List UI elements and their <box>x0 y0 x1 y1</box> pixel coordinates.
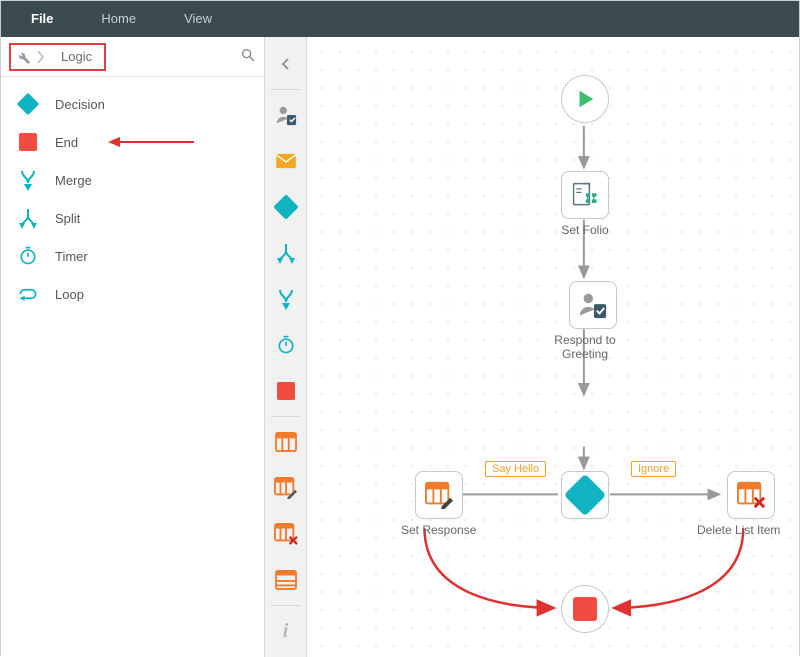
tool-label: Timer <box>55 249 88 264</box>
split-icon <box>276 242 296 264</box>
node-set-response[interactable]: Set Response <box>401 471 476 537</box>
branch-label-say-hello[interactable]: Say Hello <box>485 461 546 477</box>
strip-data-delete-icon[interactable] <box>265 511 307 557</box>
node-label: Set Folio <box>561 223 609 237</box>
info-icon: i <box>283 620 289 643</box>
strip-merge-icon[interactable] <box>265 276 307 322</box>
node-decision[interactable] <box>561 471 609 519</box>
toolbox-sidebar: Logic Decision End <box>1 37 265 657</box>
wrench-icon <box>15 49 31 65</box>
strip-data-edit-icon[interactable] <box>265 465 307 511</box>
node-label: Delete List Item <box>697 523 780 537</box>
diamond-icon <box>564 474 606 516</box>
node-delete-list-item[interactable]: Delete List Item <box>721 471 780 537</box>
strip-end-icon[interactable] <box>265 368 307 414</box>
menu-home[interactable]: Home <box>79 1 158 37</box>
chevron-left-icon <box>280 57 292 71</box>
mail-icon <box>275 153 297 169</box>
data-table-icon <box>275 432 297 452</box>
tool-loop[interactable]: Loop <box>1 275 264 313</box>
menu-view[interactable]: View <box>162 1 234 37</box>
tool-label: End <box>55 135 78 150</box>
icon-strip: i <box>265 37 307 657</box>
tool-label: Loop <box>55 287 84 302</box>
node-respond-to-greeting[interactable]: Respond to Greeting <box>561 281 625 361</box>
node-label: Set Response <box>401 523 476 537</box>
workflow-canvas[interactable]: Set Folio Respond to Greeting Say Hello … <box>307 37 799 657</box>
diamond-icon <box>273 194 298 219</box>
merge-icon <box>276 288 296 310</box>
timer-icon <box>17 245 39 267</box>
breadcrumb-search-row: Logic <box>1 37 264 77</box>
user-task-icon <box>578 290 608 320</box>
strip-mail-icon[interactable] <box>265 138 307 184</box>
tool-list: Decision End Merge <box>1 77 264 321</box>
strip-info-icon[interactable]: i <box>265 608 307 654</box>
breadcrumb-label: Logic <box>51 49 92 64</box>
tool-split[interactable]: Split <box>1 199 264 237</box>
split-icon <box>17 207 39 229</box>
tool-decision[interactable]: Decision <box>1 85 264 123</box>
strip-task-icon[interactable] <box>265 92 307 138</box>
strip-data-icon[interactable] <box>265 419 307 465</box>
tool-label: Merge <box>55 173 92 188</box>
main-layout: Logic Decision End <box>1 37 799 657</box>
node-label: Respond to Greeting <box>545 333 625 361</box>
merge-icon <box>17 169 39 191</box>
data-table-delete-icon <box>736 481 766 509</box>
tool-end[interactable]: End <box>1 123 264 161</box>
menu-file[interactable]: File <box>9 1 75 37</box>
stop-icon <box>573 597 597 621</box>
user-task-icon <box>275 104 297 126</box>
tool-label: Split <box>55 211 80 226</box>
tool-merge[interactable]: Merge <box>1 161 264 199</box>
end-icon <box>17 131 39 153</box>
strip-data-list-icon[interactable] <box>265 557 307 603</box>
data-table-delete-icon <box>274 523 298 545</box>
breadcrumb[interactable]: Logic <box>9 43 106 71</box>
square-icon <box>277 382 295 400</box>
node-start[interactable] <box>561 75 609 123</box>
highlight-arrow-icon <box>106 135 196 149</box>
play-icon <box>574 88 596 110</box>
data-list-icon <box>275 570 297 590</box>
node-end[interactable] <box>561 585 609 633</box>
timer-icon <box>276 335 296 355</box>
collapse-button[interactable] <box>265 41 307 87</box>
strip-timer-icon[interactable] <box>265 322 307 368</box>
document-flow-icon <box>571 181 599 209</box>
node-set-folio[interactable]: Set Folio <box>561 171 609 237</box>
branch-label-ignore[interactable]: Ignore <box>631 461 676 477</box>
data-table-edit-icon <box>274 477 298 499</box>
tool-timer[interactable]: Timer <box>1 237 264 275</box>
strip-decision-icon[interactable] <box>265 184 307 230</box>
loop-icon <box>17 283 39 305</box>
top-menu-bar: File Home View <box>1 1 799 37</box>
data-table-edit-icon <box>424 481 454 509</box>
decision-icon <box>17 93 39 115</box>
strip-split-icon[interactable] <box>265 230 307 276</box>
chevron-right-icon <box>37 49 45 65</box>
search-icon[interactable] <box>240 47 256 66</box>
tool-label: Decision <box>55 97 105 112</box>
